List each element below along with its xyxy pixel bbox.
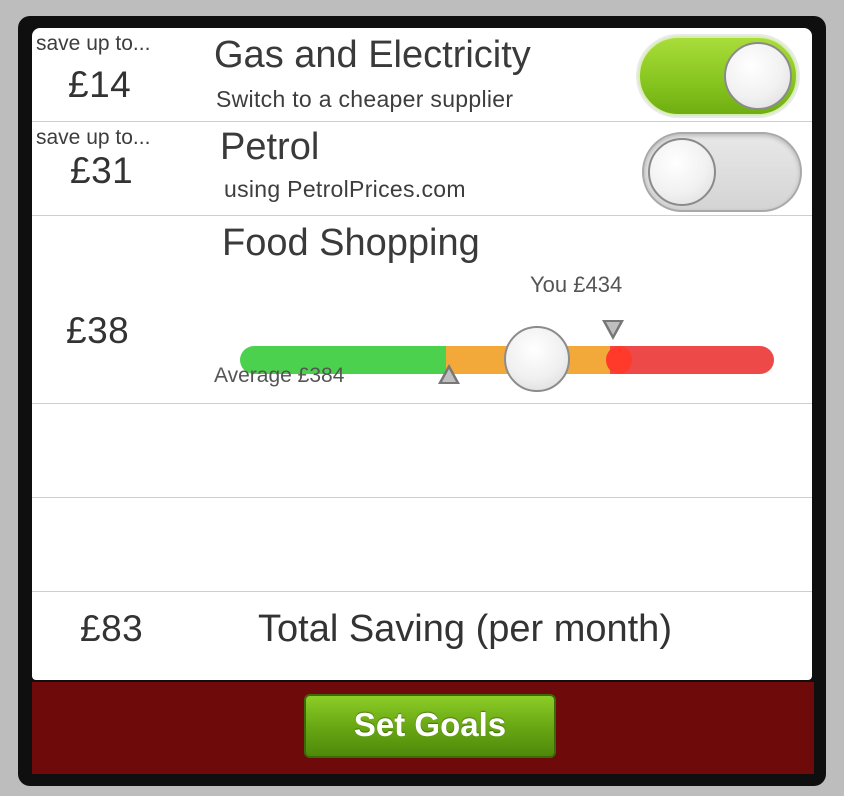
slider-red-segment — [610, 346, 774, 374]
food-shopping-row: £38 Food Shopping — [32, 216, 812, 404]
petrol-title: Petrol — [220, 126, 320, 168]
total-row: £83 Total Saving (per month) — [32, 592, 812, 680]
footer-bar: Set Goals — [32, 682, 814, 774]
you-marker-icon — [602, 320, 624, 340]
you-label: You £434 — [530, 272, 623, 297]
petrol-subtitle: using PetrolPrices.com — [224, 176, 466, 202]
empty-row-2 — [32, 498, 812, 592]
petrol-toggle-knob — [648, 138, 716, 206]
slider-red-dot — [606, 346, 632, 374]
total-amount: £83 — [80, 608, 144, 649]
gas-subtitle: Switch to a cheaper supplier — [216, 86, 514, 112]
petrol-row: save up to... £31 Petrol using PetrolPri… — [32, 122, 812, 216]
gas-electricity-row: save up to... £14 Gas and Electricity Sw… — [32, 28, 812, 122]
savings-panel: save up to... £14 Gas and Electricity Sw… — [32, 28, 812, 680]
petrol-save-prefix: save up to... — [36, 126, 151, 149]
petrol-toggle[interactable] — [642, 132, 802, 212]
average-marker-icon — [438, 364, 460, 384]
slider-knob[interactable] — [504, 326, 570, 392]
gas-toggle[interactable] — [638, 36, 798, 116]
food-title: Food Shopping — [222, 222, 480, 264]
food-amount: £38 — [66, 310, 130, 351]
gas-toggle-knob — [724, 42, 792, 110]
gas-title: Gas and Electricity — [214, 34, 531, 76]
set-goals-button[interactable]: Set Goals — [304, 694, 556, 758]
gas-save-prefix: save up to... — [36, 32, 151, 55]
petrol-amount: £31 — [70, 150, 134, 191]
empty-row-1 — [32, 404, 812, 498]
average-label: Average £384 — [214, 364, 345, 387]
gas-amount: £14 — [68, 64, 132, 105]
total-label: Total Saving (per month) — [258, 608, 672, 650]
